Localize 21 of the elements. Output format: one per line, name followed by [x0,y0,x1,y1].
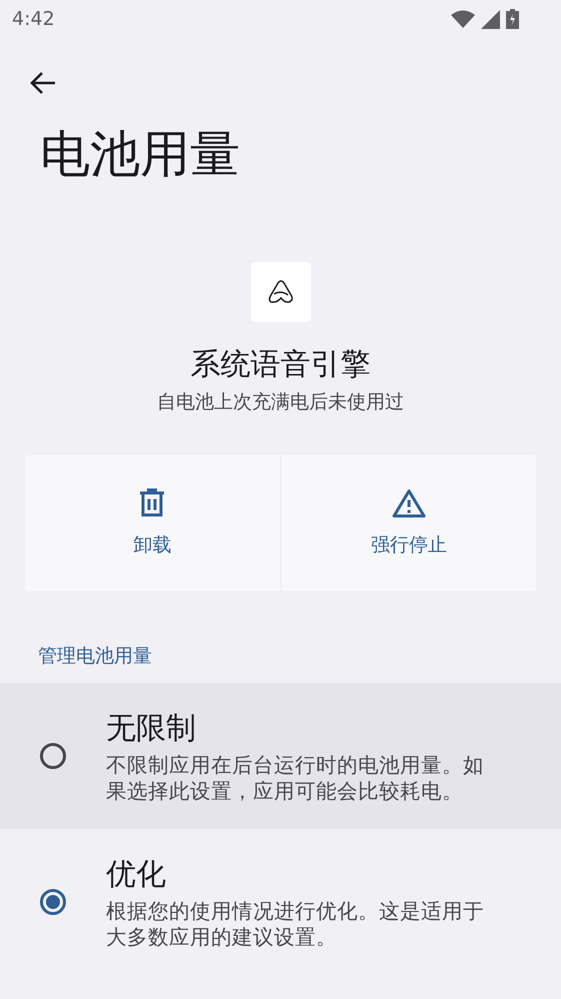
app-icon [250,262,310,322]
radio-button[interactable] [40,743,66,769]
section-header: 管理电池用量 [38,644,153,669]
wifi-icon [451,10,475,28]
status-time: 4:42 [12,8,55,30]
option-description: 不限制应用在后台运行时的电池用量。如果选择此设置，应用可能会比较耗电。 [106,752,485,804]
page-title: 电池用量 [40,124,241,184]
app-usage-summary: 自电池上次充满电后未使用过 [157,390,404,415]
battery-icon [506,9,519,29]
app-name: 系统语音引擎 [190,346,370,384]
back-arrow-icon [30,71,56,95]
option-row[interactable]: 无限制 不限制应用在后台运行时的电池用量。如果选择此设置，应用可能会比较耗电。 [0,683,561,829]
radio-button[interactable] [40,889,66,915]
signal-icon [481,10,500,28]
force-stop-button[interactable]: 强行停止 [282,455,536,591]
warning-icon [392,488,426,518]
option-title: 优化 [106,856,167,894]
option-title: 无限制 [106,710,197,748]
trash-icon [139,488,166,518]
option-description: 根据您的使用情况进行优化。这是适用于大多数应用的建议设置。 [106,898,485,950]
uninstall-button[interactable]: 卸载 [25,455,280,591]
